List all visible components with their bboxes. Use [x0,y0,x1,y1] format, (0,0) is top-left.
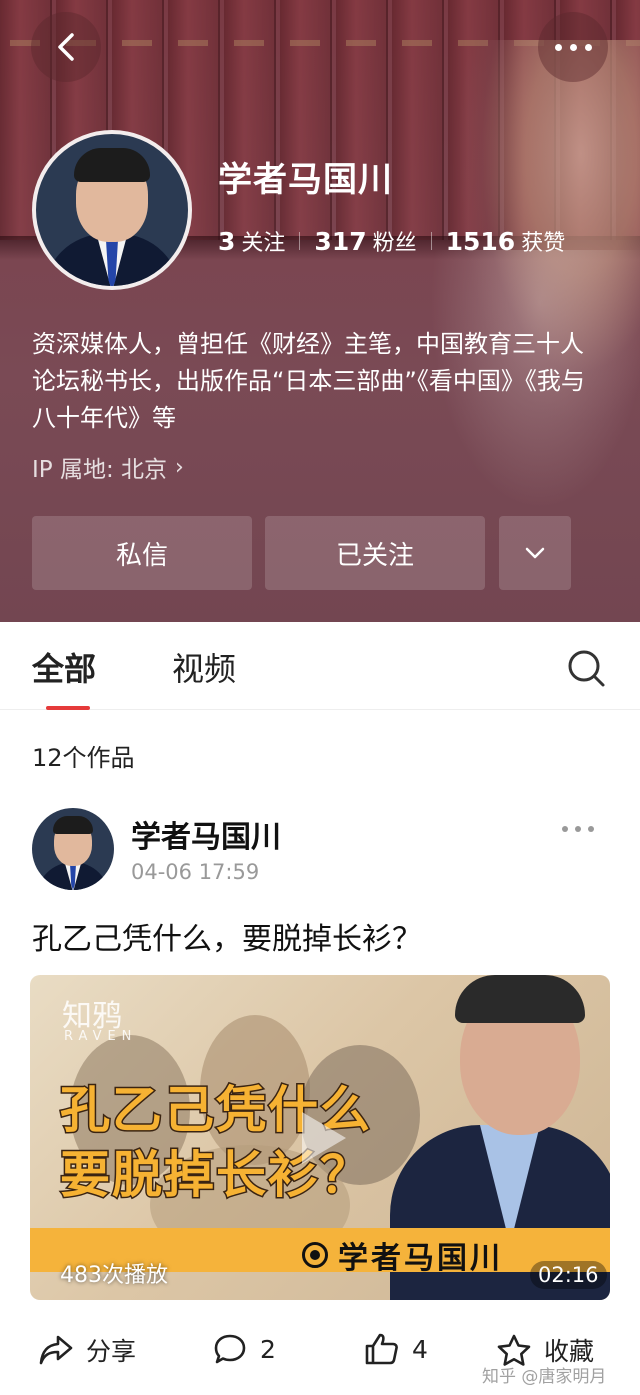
post-more-icon[interactable] [562,826,594,832]
works-count: 12个作品 [32,744,135,772]
thumbs-up-icon [365,1333,398,1365]
post-title[interactable]: 孔乙己凭什么，要脱掉长衫？ [32,914,422,958]
tab-video[interactable]: 视频 [172,644,236,690]
site-watermark: 知乎 @唐家明月 [482,1367,607,1387]
like-count: 4 [412,1334,428,1364]
stat-divider [430,232,432,250]
active-tab-indicator [46,706,90,710]
stat-divider [299,232,301,250]
comment-icon [214,1334,246,1364]
chevron-right-icon: › [175,454,184,480]
profile-stats: 3 关注 317 粉丝 1516 获赞 [218,225,565,257]
following-count: 3 [218,227,236,256]
search-icon[interactable] [566,648,606,688]
video-duration: 02:16 [530,1261,607,1289]
likes-stat[interactable]: 1516 获赞 [446,225,566,257]
content-tabs: 全部 视频 [0,622,640,710]
back-button[interactable] [31,12,101,82]
likes-received-count: 1516 [445,227,516,256]
profile-bio: 资深媒体人，曾担任《财经》主笔，中国教育三十人论坛秘书长，出版作品“日本三部曲”… [32,330,585,432]
message-button[interactable]: 私信 [32,516,252,590]
following-label: 关注 [241,231,286,256]
recommend-dropdown-button[interactable] [499,516,571,590]
post-author-name[interactable]: 学者马国川 [131,812,281,856]
more-horizontal-icon [554,43,592,51]
comment-button[interactable]: 2 [212,1332,276,1366]
following-stat[interactable]: 3 关注 [218,225,285,257]
record-dot-icon [302,1242,328,1268]
share-icon [39,1335,73,1365]
followers-label: 粉丝 [372,231,417,256]
followers-stat[interactable]: 317 粉丝 [314,225,416,257]
ip-location-text: IP 属地: 北京 [32,457,168,483]
profile-avatar[interactable] [32,130,192,290]
video-watermark-subtitle: RAVEN [64,1029,138,1044]
video-thumbnail[interactable]: 知鸦 RAVEN 孔乙己凭什么 要脱掉长衫？ 学者马国川 483次播放 02:1… [30,975,610,1300]
chevron-left-icon [58,33,74,61]
share-button[interactable]: 分享 [38,1332,136,1368]
more-button[interactable] [538,12,608,82]
likes-received-label: 获赞 [521,231,566,256]
post-author-avatar[interactable] [32,808,114,890]
share-label: 分享 [86,1337,137,1366]
play-icon[interactable] [298,1110,348,1166]
post-timestamp: 04-06 17:59 [131,860,260,884]
video-name-bar-text: 学者马国川 [338,1241,503,1276]
comment-count: 2 [260,1334,276,1364]
followers-count: 317 [314,227,367,256]
profile-header: 学者马国川 3 关注 317 粉丝 1516 获赞 资深媒体人，曾担任《财经》主… [0,0,640,622]
like-button[interactable]: 4 [364,1332,428,1366]
profile-name: 学者马国川 [218,160,393,200]
ip-location-link[interactable]: IP 属地: 北京 › [32,450,184,484]
following-button[interactable]: 已关注 [265,516,485,590]
tab-all[interactable]: 全部 [32,644,96,690]
video-play-count: 483次播放 [60,1263,168,1288]
chevron-down-icon [525,547,545,559]
